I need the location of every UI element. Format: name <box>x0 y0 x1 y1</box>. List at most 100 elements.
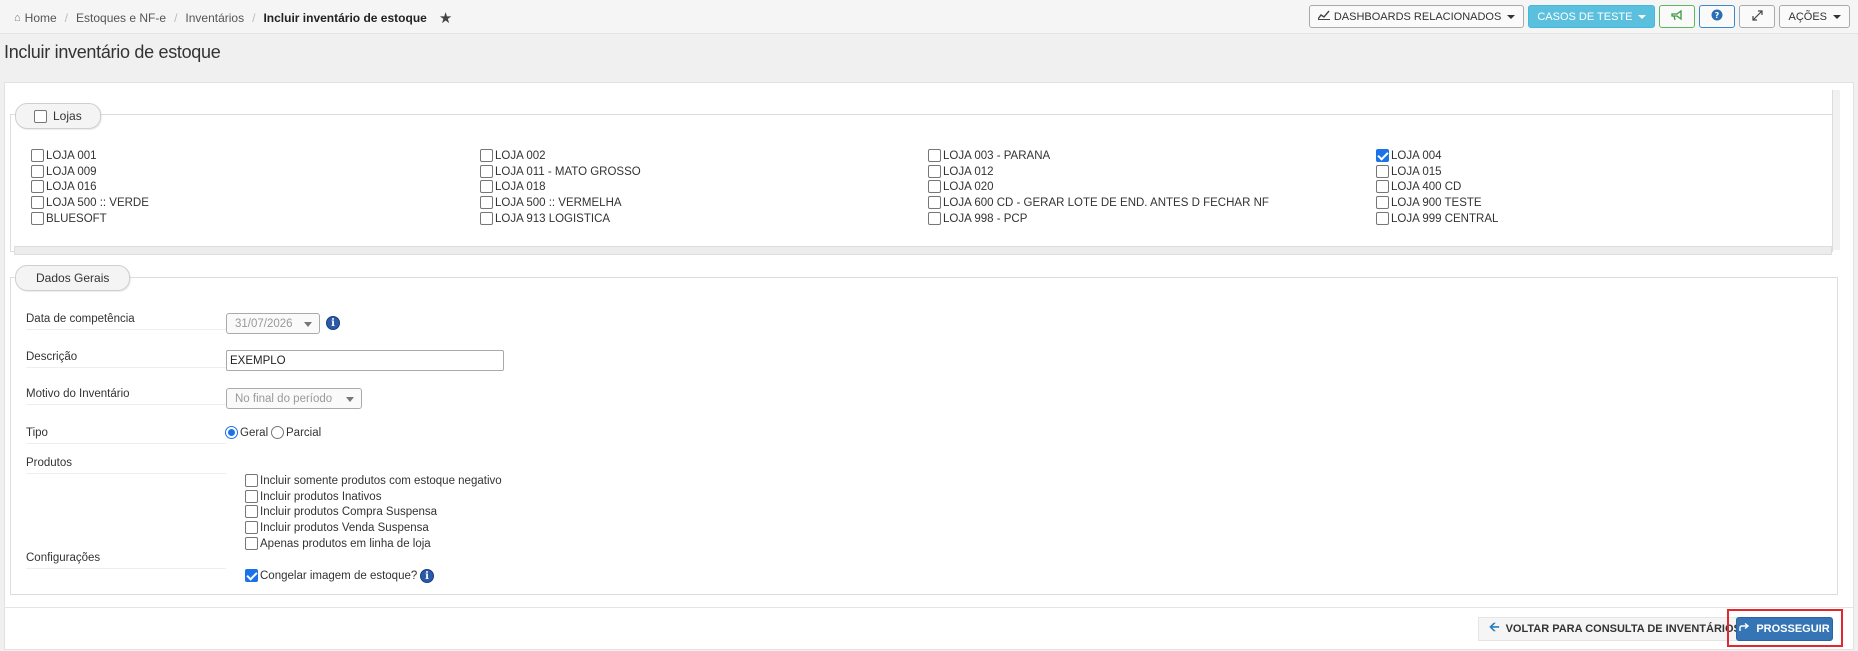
lojas-legend-label: Lojas <box>53 109 82 123</box>
favorite-star-icon[interactable]: ★ <box>439 9 452 27</box>
store-checkbox-item[interactable]: LOJA 004 <box>1376 149 1442 162</box>
announcement-button[interactable] <box>1659 5 1696 28</box>
configuracoes-label: Configurações <box>26 552 226 569</box>
store-checkbox-item[interactable]: LOJA 009 <box>31 165 97 178</box>
produtos-checkbox[interactable] <box>245 490 258 503</box>
dashboards-label: DASHBOARDS RELACIONADOS <box>1333 10 1502 23</box>
caret-down-icon <box>1833 14 1841 19</box>
help-button[interactable]: ? <box>1699 5 1736 28</box>
store-label: BLUESOFT <box>46 212 107 225</box>
tipo-geral-radio[interactable] <box>225 426 238 439</box>
store-checkbox[interactable] <box>480 149 493 162</box>
store-label: LOJA 500 :: VERMELHA <box>495 196 622 209</box>
breadcrumb-inventarios[interactable]: Inventários <box>185 11 244 25</box>
breadcrumb-estoques[interactable]: Estoques e NF-e <box>76 11 166 25</box>
store-label: LOJA 012 <box>943 165 994 178</box>
store-checkbox[interactable] <box>480 180 493 193</box>
congelar-checkbox[interactable] <box>245 569 258 582</box>
store-checkbox-item[interactable]: LOJA 600 CD - GERAR LOTE DE END. ANTES D… <box>928 196 1269 209</box>
store-checkbox-item[interactable]: LOJA 913 LOGISTICA <box>480 212 610 225</box>
produtos-option-label: Apenas produtos em linha de loja <box>260 537 431 550</box>
motivo-select[interactable]: No final do período <box>226 388 362 409</box>
store-checkbox[interactable] <box>31 196 44 209</box>
back-to-inventories-button[interactable]: 🡨 VOLTAR PARA CONSULTA DE INVENTÁRIOS <box>1478 617 1752 641</box>
store-checkbox-item[interactable]: LOJA 020 <box>928 180 994 193</box>
store-label: LOJA 018 <box>495 180 546 193</box>
dropdown-arrow-icon <box>304 322 312 327</box>
tipo-parcial-option[interactable]: Parcial <box>271 426 321 439</box>
store-checkbox[interactable] <box>31 149 44 162</box>
produtos-option-label: Incluir produtos Venda Suspensa <box>260 521 429 534</box>
store-checkbox[interactable] <box>1376 212 1389 225</box>
store-checkbox[interactable] <box>31 180 44 193</box>
store-checkbox-item[interactable]: LOJA 003 - PARANA <box>928 149 1050 162</box>
store-checkbox[interactable] <box>928 165 941 178</box>
produtos-option[interactable]: Apenas produtos em linha de loja <box>245 537 431 550</box>
store-checkbox[interactable] <box>31 212 44 225</box>
produtos-option[interactable]: Incluir produtos Inativos <box>245 490 381 503</box>
casos-de-teste-button[interactable]: CASOS DE TESTE <box>1528 5 1656 28</box>
highlight-box <box>1727 609 1843 647</box>
store-checkbox[interactable] <box>928 149 941 162</box>
descricao-input[interactable]: EXEMPLO <box>226 350 504 371</box>
store-checkbox-item[interactable]: LOJA 012 <box>928 165 994 178</box>
store-checkbox-item[interactable]: LOJA 016 <box>31 180 97 193</box>
store-checkbox-item[interactable]: LOJA 018 <box>480 180 546 193</box>
horizontal-scrollbar[interactable] <box>14 246 1832 255</box>
page-title: Incluir inventário de estoque <box>4 42 221 62</box>
store-checkbox[interactable] <box>928 212 941 225</box>
data-competencia-select[interactable]: 31/07/2026 <box>226 313 320 334</box>
store-checkbox[interactable] <box>480 196 493 209</box>
produtos-checkbox[interactable] <box>245 474 258 487</box>
breadcrumb-separator: / <box>252 11 256 25</box>
lojas-legend[interactable]: Lojas <box>15 103 101 129</box>
produtos-checkbox[interactable] <box>245 537 258 550</box>
store-checkbox-item[interactable]: LOJA 500 :: VERMELHA <box>480 196 622 209</box>
store-checkbox-item[interactable]: LOJA 999 CENTRAL <box>1376 212 1498 225</box>
tipo-geral-option[interactable]: Geral <box>225 426 268 439</box>
store-checkbox-item[interactable]: LOJA 900 TESTE <box>1376 196 1482 209</box>
breadcrumb-home[interactable]: Home <box>25 11 57 25</box>
congelar-option[interactable]: Congelar imagem de estoque? <box>245 569 417 582</box>
acoes-button[interactable]: AÇÕES <box>1779 5 1850 28</box>
store-label: LOJA 999 CENTRAL <box>1391 212 1499 225</box>
store-checkbox[interactable] <box>480 212 493 225</box>
store-checkbox[interactable] <box>928 196 941 209</box>
produtos-option-label: Incluir produtos Inativos <box>260 490 382 503</box>
store-checkbox-item[interactable]: LOJA 998 - PCP <box>928 212 1027 225</box>
store-checkbox-item[interactable]: LOJA 400 CD <box>1376 180 1461 193</box>
top-bar: ⌂ Home / Estoques e NF-e / Inventários /… <box>0 0 1858 34</box>
info-icon[interactable]: i <box>420 569 434 583</box>
store-checkbox[interactable] <box>31 165 44 178</box>
store-checkbox[interactable] <box>1376 149 1389 162</box>
store-label: LOJA 009 <box>46 165 97 178</box>
store-checkbox-item[interactable]: LOJA 001 <box>31 149 97 162</box>
store-label: LOJA 900 TESTE <box>1391 196 1482 209</box>
store-checkbox[interactable] <box>1376 165 1389 178</box>
produtos-option[interactable]: Incluir produtos Venda Suspensa <box>245 521 429 534</box>
produtos-checkbox[interactable] <box>245 521 258 534</box>
store-checkbox-item[interactable]: LOJA 015 <box>1376 165 1442 178</box>
question-icon: ? <box>1711 9 1723 24</box>
store-checkbox-item[interactable]: BLUESOFT <box>31 212 107 225</box>
store-checkbox[interactable] <box>480 165 493 178</box>
tipo-parcial-radio[interactable] <box>271 426 284 439</box>
store-checkbox[interactable] <box>928 180 941 193</box>
dashboards-button[interactable]: DASHBOARDS RELACIONADOS <box>1308 5 1525 28</box>
tipo-geral-label: Geral <box>240 426 269 439</box>
caret-down-icon <box>1638 14 1647 19</box>
store-checkbox-item[interactable]: LOJA 500 :: VERDE <box>31 196 149 209</box>
store-checkbox[interactable] <box>1376 196 1389 209</box>
store-checkbox-item[interactable]: LOJA 011 - MATO GROSSO <box>480 165 641 178</box>
produtos-option[interactable]: Incluir produtos Compra Suspensa <box>245 505 437 518</box>
store-checkbox-item[interactable]: LOJA 002 <box>480 149 546 162</box>
back-label: VOLTAR PARA CONSULTA DE INVENTÁRIOS <box>1505 623 1741 635</box>
store-checkbox[interactable] <box>1376 180 1389 193</box>
info-icon[interactable]: i <box>326 316 340 330</box>
dropdown-arrow-icon <box>346 397 354 402</box>
fullscreen-button[interactable] <box>1739 5 1776 28</box>
produtos-option[interactable]: Incluir somente produtos com estoque neg… <box>245 474 502 487</box>
select-all-lojas-checkbox[interactable] <box>34 109 47 123</box>
produtos-checkbox[interactable] <box>245 505 258 518</box>
vertical-scrollbar[interactable] <box>1832 90 1840 250</box>
